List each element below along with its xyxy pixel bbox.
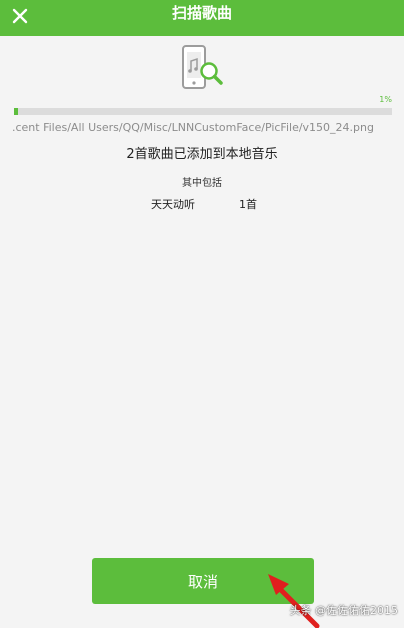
source-name: 天天动听 xyxy=(151,198,195,211)
title-bar: 扫描歌曲 xyxy=(0,0,404,36)
progress-fill xyxy=(14,108,18,115)
includes-label: 其中包括 xyxy=(182,178,222,189)
page-title: 扫描歌曲 xyxy=(171,4,232,22)
songs-added-message: 2首歌曲已添加到本地音乐 xyxy=(126,147,278,162)
current-scan-path: .cent Files/All Users/QQ/Misc/LNNCustomF… xyxy=(12,121,374,134)
source-count: 1首 xyxy=(239,198,257,211)
scan-progress-bar xyxy=(14,108,392,115)
red-arrow-icon xyxy=(268,574,320,628)
progress-percentage: 1% xyxy=(379,95,392,104)
watermark: 头条 @佐佐佑佑2015 xyxy=(289,604,399,617)
phone-music-search-icon xyxy=(182,45,223,89)
